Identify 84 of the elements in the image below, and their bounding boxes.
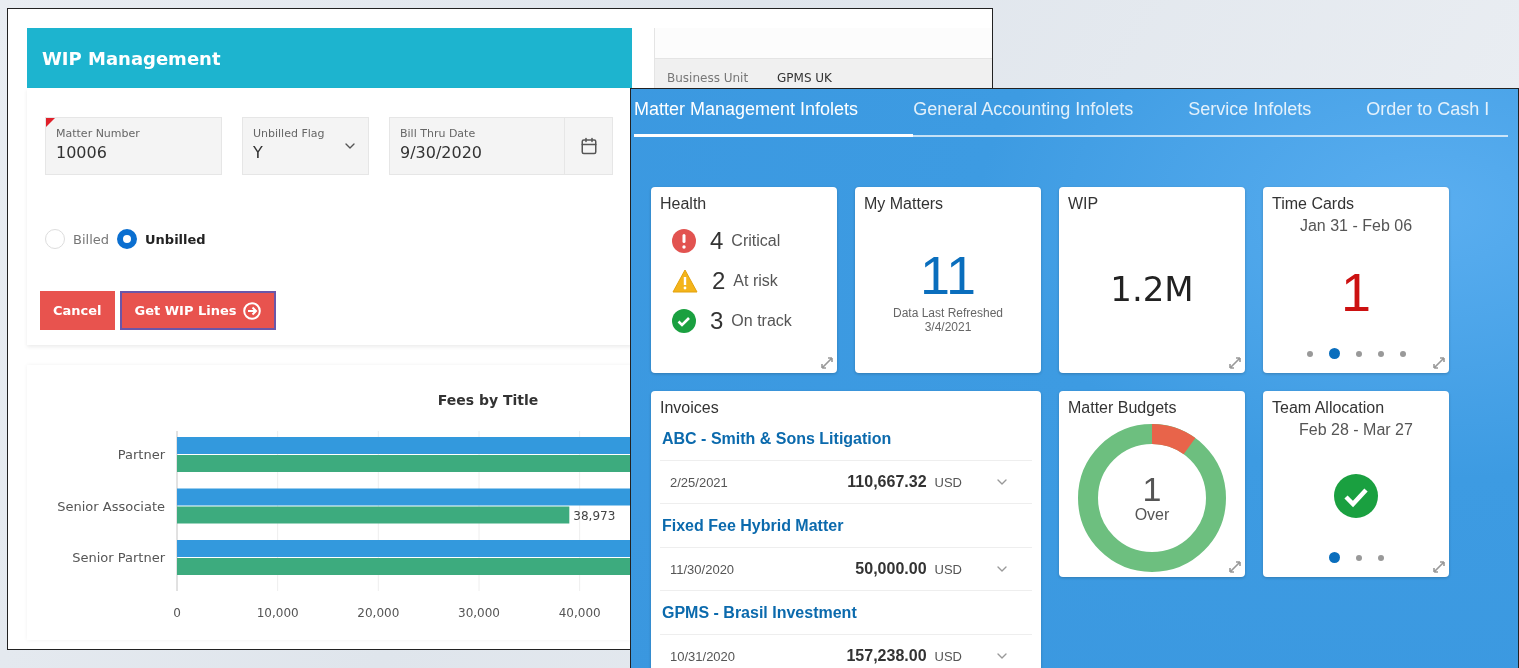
currency-label: USD [934, 474, 962, 490]
tile-title: Team Allocation [1272, 399, 1386, 417]
page-dot[interactable] [1377, 554, 1384, 561]
invoice-date: 2/25/2021 [670, 474, 729, 490]
axis-tick-label: 40,000 [558, 606, 601, 620]
invoice-amount: 157,238.00 [845, 647, 927, 665]
currency-label: USD [934, 561, 962, 577]
page-dot[interactable] [1355, 350, 1362, 357]
infolet-tile[interactable]: WIP 1.2M [1059, 187, 1245, 373]
page-title: WIP Management [27, 28, 632, 88]
category-label: Partner [117, 447, 165, 462]
row-value: GPMS UK [777, 71, 832, 85]
status-count: 4 [710, 227, 724, 255]
expand-icon[interactable] [821, 357, 833, 369]
expand-icon[interactable] [1229, 561, 1241, 573]
tile-title: Matter Budgets [1068, 399, 1178, 417]
page-dot[interactable] [1306, 350, 1313, 357]
invoice-amount: 110,667.32 [846, 473, 927, 491]
infolet-tile[interactable]: Team Allocation Feb 28 - Mar 27 [1263, 391, 1449, 577]
currency-label: USD [934, 648, 962, 664]
value-label: 38,973 [573, 508, 616, 523]
tile-title: Time Cards [1272, 195, 1356, 213]
date-range: Jan 31 - Feb 06 [1298, 217, 1414, 235]
status-label: Critical [731, 232, 781, 250]
invoice-row[interactable]: 10/31/2020 157,238.00 USD [660, 634, 1032, 668]
invoice-link[interactable]: ABC - Smith & Sons Litigation [660, 417, 1032, 448]
infolet-tile[interactable]: Time Cards Jan 31 - Feb 06 1 [1263, 187, 1449, 373]
page-dot[interactable] [1328, 552, 1340, 563]
tile-title: Health [660, 195, 708, 213]
radio-label[interactable]: Unbilled [145, 231, 206, 247]
infolet-tile[interactable]: Invoices ABC - Smith & Sons Litigation 2/25/2021 110,667.32 USD Fixed Fee Hybrid Matter 11/30/2020 50,000.00 USD GPMS - Brasil Investment 10/31/2020 157,238.00 USD [651, 391, 1041, 668]
arrow-right-icon [242, 301, 261, 320]
invoice-row[interactable]: 2/25/2021 110,667.32 USD [660, 460, 1032, 504]
invoice-date: 10/31/2020 [670, 648, 737, 664]
page-dot[interactable] [1355, 554, 1362, 561]
axis-tick-label: 10,000 [256, 606, 299, 620]
invoice-link[interactable]: Fixed Fee Hybrid Matter [660, 504, 1032, 535]
input-field[interactable]: Matter Number 10006 [45, 117, 222, 175]
invoice-row[interactable]: 11/30/2020 50,000.00 USD [660, 547, 1032, 591]
get-lines-button[interactable]: Get WIP Lines [119, 291, 276, 330]
expand-icon[interactable] [1229, 357, 1241, 369]
invoice-date: 11/30/2020 [670, 561, 736, 577]
matter-count: 11 [919, 244, 977, 306]
axis-tick-label: 30,000 [458, 606, 500, 620]
check-icon [672, 309, 696, 333]
tile-title: My Matters [864, 195, 945, 213]
tile-title: WIP [1068, 195, 1100, 213]
refresh-date: 3/4/2021 [924, 320, 972, 334]
page-dot[interactable] [1399, 350, 1406, 357]
page-dot[interactable] [1328, 348, 1340, 359]
invoice-amount: 50,000.00 [854, 560, 927, 578]
input-field[interactable]: Unbilled Flag Y [242, 117, 369, 175]
time-card-count: 1 [1340, 260, 1371, 323]
category-label: Senior Partner [72, 550, 165, 565]
axis-tick-label: 0 [173, 606, 181, 620]
warning-icon [672, 269, 698, 293]
axis-tick-label: 20,000 [357, 606, 400, 620]
date-range: Feb 28 - Mar 27 [1298, 421, 1414, 439]
chart-title: Fees by Title [437, 392, 539, 408]
tile-title: Invoices [660, 399, 720, 417]
category-label: Senior Associate [57, 498, 165, 514]
alert-icon [672, 229, 696, 253]
infolet-tile[interactable]: Health 4 Critical 2 At risk 3 On track [651, 187, 837, 373]
status-label: At risk [733, 272, 778, 290]
over-caption: Over [1134, 506, 1170, 524]
cancel-button[interactable]: Cancel [40, 291, 115, 330]
status-count: 2 [712, 267, 726, 295]
wip-amount: 1.2M [1110, 269, 1194, 309]
invoice-link[interactable]: GPMS - Brasil Investment [660, 591, 1032, 622]
refresh-note: Data Last Refreshed [892, 306, 1004, 320]
radio-button[interactable] [117, 229, 137, 249]
expand-icon[interactable] [1433, 357, 1445, 369]
page-dot[interactable] [1377, 350, 1384, 357]
over-count: 1 [1142, 472, 1162, 506]
row-label: Business Unit [666, 71, 750, 85]
expand-icon[interactable] [1433, 561, 1445, 573]
radio-label[interactable]: Billed [73, 231, 109, 247]
status-label: On track [731, 312, 792, 330]
status-count: 3 [710, 307, 724, 335]
infolet-tile[interactable]: Matter Budgets 1 Over [1059, 391, 1245, 577]
input-field[interactable]: Bill Thru Date 9/30/2020 [389, 117, 613, 175]
infolet-tile[interactable]: My Matters 11 Data Last Refreshed 3/4/2021 [855, 187, 1041, 373]
calendar-icon [579, 137, 598, 155]
check-icon [1334, 473, 1378, 518]
